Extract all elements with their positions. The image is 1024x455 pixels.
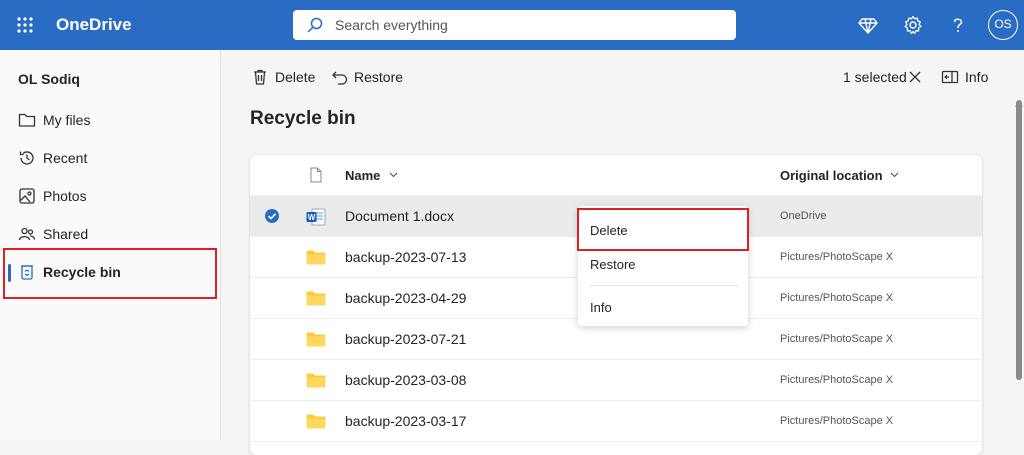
settings-gear-icon[interactable] — [902, 14, 924, 36]
trash-icon — [254, 69, 266, 85]
original-location: Pictures/PhotoScape X — [780, 292, 894, 304]
word-document-icon: W — [306, 208, 326, 226]
sidebar-item-my-files[interactable]: My files — [0, 101, 218, 139]
context-menu-info[interactable]: Info — [590, 300, 612, 315]
file-type-header-icon[interactable] — [310, 167, 322, 183]
user-name: OL Sodiq — [18, 71, 80, 87]
sidebar-item-label: Shared — [43, 226, 89, 242]
context-menu-restore[interactable]: Restore — [590, 257, 636, 272]
table-row[interactable]: backup-2023-03-08 Pictures/PhotoScape X — [250, 360, 982, 401]
file-name[interactable]: backup-2023-07-21 — [345, 331, 466, 347]
menu-divider — [590, 285, 738, 286]
column-header-name[interactable]: Name — [345, 168, 380, 183]
app-launcher-icon[interactable] — [17, 17, 33, 33]
original-location: OneDrive — [780, 210, 827, 222]
sidebar-item-recent[interactable]: Recent — [0, 139, 218, 177]
sidebar-item-label: Photos — [43, 188, 87, 204]
sidebar-item-label: My files — [43, 112, 91, 128]
delete-label: Delete — [275, 69, 316, 85]
chevron-down-icon[interactable] — [389, 172, 398, 178]
history-icon — [19, 151, 34, 165]
search-box[interactable]: Search everything — [293, 10, 736, 40]
file-name[interactable]: backup-2023-03-17 — [345, 413, 466, 429]
folder-icon — [18, 113, 36, 127]
top-bar: OneDrive Search everything OS — [0, 0, 1024, 50]
selected-text: 1 selected — [843, 69, 907, 85]
delete-button[interactable]: Delete — [251, 67, 321, 89]
page-title: Recycle bin — [250, 108, 356, 129]
app-title[interactable]: OneDrive — [56, 15, 132, 35]
info-pane-icon — [941, 70, 959, 84]
photo-icon — [19, 188, 35, 204]
clear-selection-close-icon[interactable] — [908, 70, 922, 84]
original-location: Pictures/PhotoScape X — [780, 333, 894, 345]
checkmark-icon — [267, 213, 277, 220]
restore-button[interactable]: Restore — [331, 67, 411, 89]
sidebar-item-photos[interactable]: Photos — [0, 177, 218, 215]
table-row[interactable]: backup-2023-03-17 Pictures/PhotoScape X — [250, 401, 982, 442]
original-location: Pictures/PhotoScape X — [780, 251, 894, 263]
highlight-annotation — [577, 208, 749, 251]
sidebar: OL Sodiq My files Recent Photos Shared R… — [0, 50, 221, 440]
file-name[interactable]: backup-2023-07-13 — [345, 249, 466, 265]
column-header-location[interactable]: Original location — [780, 168, 883, 183]
column-header-row: Name Original location — [250, 155, 982, 196]
original-location: Pictures/PhotoScape X — [780, 415, 894, 427]
svg-text:W: W — [308, 213, 316, 222]
file-name[interactable]: backup-2023-04-29 — [345, 290, 466, 306]
chevron-down-icon[interactable] — [890, 172, 899, 178]
highlight-annotation — [3, 248, 217, 299]
folder-icon — [306, 291, 326, 306]
folder-icon — [306, 414, 326, 429]
undo-restore-icon — [332, 71, 348, 85]
account-avatar[interactable]: OS — [988, 10, 1018, 40]
restore-label: Restore — [354, 69, 404, 85]
folder-icon — [306, 373, 326, 388]
folder-icon — [306, 332, 326, 347]
search-input[interactable]: Search everything — [335, 17, 448, 33]
search-icon — [307, 17, 323, 33]
row-checkbox-checked[interactable] — [265, 209, 279, 223]
people-icon — [18, 227, 36, 241]
file-name[interactable]: backup-2023-03-08 — [345, 372, 466, 388]
info-button[interactable]: Info — [941, 67, 1001, 89]
scrollbar-thumb[interactable] — [1016, 100, 1022, 380]
help-icon[interactable] — [947, 14, 969, 36]
premium-diamond-icon[interactable] — [857, 14, 879, 36]
file-name[interactable]: Document 1.docx — [345, 208, 454, 224]
sidebar-item-label: Recent — [43, 150, 88, 166]
original-location: Pictures/PhotoScape X — [780, 374, 894, 386]
folder-icon — [306, 250, 326, 265]
info-label: Info — [965, 69, 989, 85]
